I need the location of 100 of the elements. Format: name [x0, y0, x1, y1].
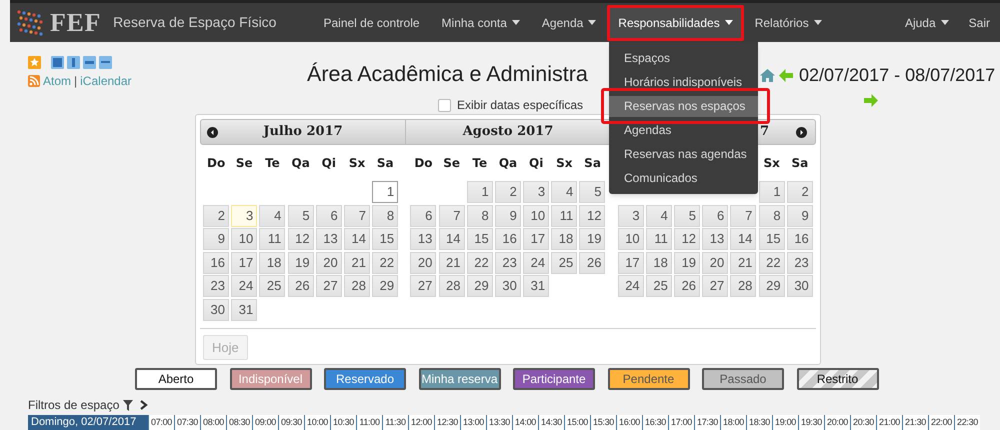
day-cell[interactable]: 26: [579, 252, 606, 274]
day-cell[interactable]: 7: [344, 204, 370, 227]
day-cell[interactable]: 13: [410, 228, 436, 250]
day-cell[interactable]: 30: [203, 298, 229, 321]
previous-week-arrow-icon[interactable]: [779, 69, 793, 82]
day-cell[interactable]: 11: [551, 204, 578, 227]
nav-menu-item[interactable]: Agenda: [530, 4, 608, 40]
day-cell[interactable]: 8: [372, 204, 398, 227]
day-cell[interactable]: 20: [316, 252, 342, 274]
day-cell[interactable]: 23: [203, 275, 229, 298]
next-month-icon[interactable]: [796, 126, 807, 138]
nav-menu-item[interactable]: Sair: [958, 14, 1000, 32]
day-cell[interactable]: 18: [646, 252, 672, 274]
day-cell[interactable]: 12: [674, 228, 700, 250]
day-cell[interactable]: 29: [466, 275, 493, 298]
day-cell[interactable]: 20: [702, 252, 728, 274]
day-cell[interactable]: 28: [438, 275, 465, 298]
day-cell[interactable]: 25: [551, 252, 578, 274]
day-cell[interactable]: 15: [466, 228, 493, 250]
chevron-right-icon[interactable]: [140, 400, 148, 410]
day-cell[interactable]: 11: [259, 228, 286, 250]
next-week-arrow-icon[interactable]: [864, 94, 878, 107]
favorite-star-icon[interactable]: [28, 56, 41, 69]
day-cell[interactable]: 24: [231, 275, 258, 298]
day-cell[interactable]: 5: [288, 204, 314, 227]
nav-menu-item[interactable]: Relatórios: [744, 4, 833, 40]
day-cell[interactable]: 10: [523, 204, 550, 227]
home-icon[interactable]: [760, 69, 775, 82]
day-cell[interactable]: 28: [730, 275, 756, 298]
nav-menu-item[interactable]: Painel de controle: [312, 4, 431, 40]
nav-menu-item[interactable]: Ajuda: [894, 14, 959, 32]
day-cell[interactable]: 16: [786, 228, 813, 250]
day-cell[interactable]: 20: [410, 252, 436, 274]
day-cell[interactable]: 6: [410, 204, 436, 227]
day-cell[interactable]: 9: [494, 204, 521, 227]
day-cell[interactable]: 15: [758, 228, 785, 250]
dropdown-item[interactable]: Horários indisponíveis: [609, 72, 758, 92]
day-cell[interactable]: 7: [730, 204, 756, 227]
dropdown-item[interactable]: Reservas nos espaços: [609, 96, 758, 116]
day-cell[interactable]: 8: [466, 204, 493, 227]
day-cell[interactable]: 10: [618, 228, 644, 250]
day-cell[interactable]: 25: [259, 275, 286, 298]
day-cell[interactable]: 12: [288, 228, 314, 250]
day-cell[interactable]: 17: [618, 252, 644, 274]
day-cell[interactable]: 29: [372, 275, 398, 298]
day-cell[interactable]: 4: [646, 204, 672, 227]
day-cell[interactable]: 31: [523, 275, 550, 298]
day-cell[interactable]: 23: [494, 252, 521, 274]
day-cell[interactable]: 19: [579, 228, 606, 250]
day-cell[interactable]: 3: [618, 204, 644, 227]
day-cell[interactable]: 16: [494, 228, 521, 250]
dropdown-item[interactable]: Comunicados: [609, 168, 758, 188]
day-cell[interactable]: 24: [523, 252, 550, 274]
day-cell[interactable]: 9: [786, 204, 813, 227]
day-cell[interactable]: 22: [758, 252, 785, 274]
dropdown-item[interactable]: Reservas nas agendas: [609, 144, 758, 164]
day-cell[interactable]: 17: [231, 252, 258, 274]
day-cell[interactable]: 5: [579, 181, 606, 204]
day-cell[interactable]: 21: [730, 252, 756, 274]
day-cell[interactable]: 17: [523, 228, 550, 250]
day-cell[interactable]: 21: [344, 252, 370, 274]
day-cell[interactable]: 13: [316, 228, 342, 250]
day-cell[interactable]: 10: [231, 228, 258, 250]
day-cell[interactable]: 11: [646, 228, 672, 250]
day-cell[interactable]: 18: [551, 228, 578, 250]
view-mode-icon[interactable]: [67, 56, 80, 69]
day-cell[interactable]: 7: [438, 204, 465, 227]
day-cell[interactable]: 27: [316, 275, 342, 298]
day-cell[interactable]: 28: [344, 275, 370, 298]
day-cell[interactable]: 19: [674, 252, 700, 274]
day-cell[interactable]: 24: [618, 275, 644, 298]
day-cell[interactable]: 3: [231, 204, 258, 227]
day-cell[interactable]: 2: [203, 204, 229, 227]
day-cell[interactable]: 27: [702, 275, 728, 298]
day-cell[interactable]: 5: [674, 204, 700, 227]
day-cell[interactable]: 27: [410, 275, 436, 298]
day-cell[interactable]: 22: [372, 252, 398, 274]
dropdown-item[interactable]: Agendas: [609, 120, 758, 140]
view-mode-icon[interactable]: [99, 56, 112, 69]
day-cell[interactable]: 15: [372, 228, 398, 250]
day-cell[interactable]: 19: [288, 252, 314, 274]
nav-menu-item[interactable]: Minha conta: [430, 4, 531, 40]
day-cell[interactable]: 8: [758, 204, 785, 227]
day-cell[interactable]: 31: [231, 298, 258, 321]
nav-menu-item[interactable]: Responsabilidades: [607, 4, 744, 40]
filter-icon[interactable]: [123, 400, 134, 410]
day-cell[interactable]: 18: [259, 252, 286, 274]
view-mode-icon[interactable]: [51, 56, 64, 69]
day-cell[interactable]: 2: [494, 181, 521, 204]
view-mode-icon[interactable]: [83, 56, 96, 69]
day-cell[interactable]: 26: [288, 275, 314, 298]
dropdown-item[interactable]: Espaços: [609, 48, 758, 68]
day-cell[interactable]: 6: [702, 204, 728, 227]
day-cell[interactable]: 26: [674, 275, 700, 298]
day-cell[interactable]: 1: [466, 181, 493, 204]
day-cell[interactable]: 29: [758, 275, 785, 298]
day-cell[interactable]: 4: [259, 204, 286, 227]
day-cell[interactable]: 4: [551, 181, 578, 204]
day-cell[interactable]: 30: [494, 275, 521, 298]
day-cell[interactable]: 2: [786, 181, 813, 204]
